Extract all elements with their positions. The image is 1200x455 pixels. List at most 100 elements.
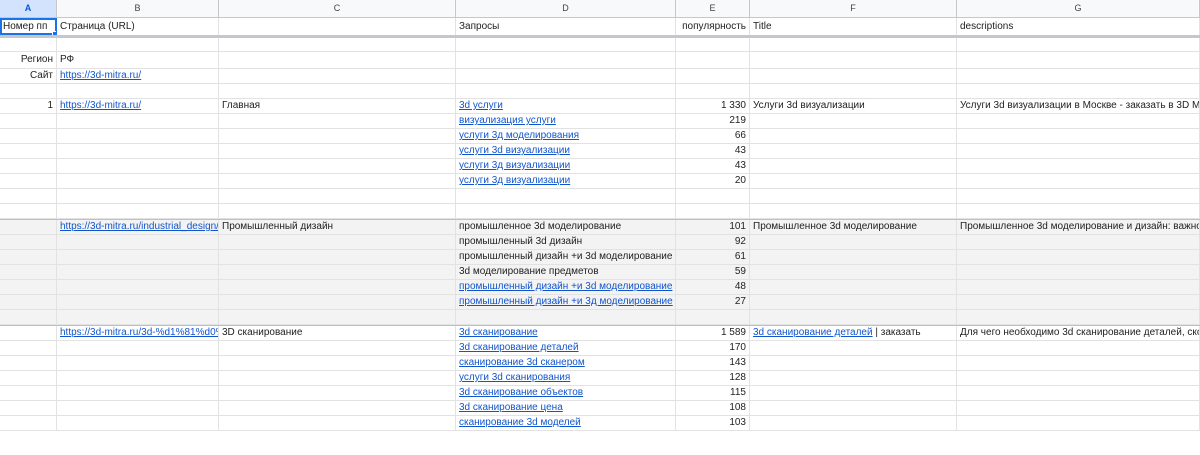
cell-c[interactable] (219, 84, 456, 98)
cell-e[interactable]: 115 (676, 386, 750, 400)
cell-e[interactable]: 20 (676, 174, 750, 188)
cell-d[interactable] (456, 204, 676, 218)
cell-e[interactable] (676, 84, 750, 98)
cell-c[interactable]: Главная (219, 99, 456, 113)
cell-b[interactable]: https://3d-mitra.ru/industrial_design/ (57, 220, 219, 234)
cell-f[interactable] (750, 174, 957, 188)
cell-g[interactable] (957, 280, 1200, 294)
cell-link[interactable]: 3d услуги (459, 99, 503, 113)
cell-d[interactable]: промышленный 3d дизайн (456, 235, 676, 249)
cell-b[interactable] (57, 416, 219, 430)
cell-f[interactable] (750, 69, 957, 83)
cell-link[interactable]: сканирование 3d моделей (459, 416, 581, 430)
cell-d[interactable]: 3d сканирование объектов (456, 386, 676, 400)
cell-b[interactable]: https://3d-mitra.ru/ (57, 99, 219, 113)
cell-f[interactable] (750, 38, 957, 51)
cell-e[interactable]: 59 (676, 265, 750, 279)
cell-link[interactable]: https://3d-mitra.ru/ (60, 69, 141, 83)
column-header-c[interactable]: C (219, 0, 456, 17)
cell-f[interactable] (750, 386, 957, 400)
cell-c[interactable] (219, 356, 456, 370)
cell-header-url[interactable]: Страница (URL) (57, 18, 219, 35)
cell-b[interactable] (57, 401, 219, 415)
cell-g[interactable] (957, 114, 1200, 128)
cell-c[interactable] (219, 129, 456, 143)
cell-g[interactable] (957, 310, 1200, 324)
cell-link[interactable]: 3d сканирование (459, 326, 538, 340)
cell-b[interactable] (57, 356, 219, 370)
cell-c[interactable] (219, 295, 456, 309)
cell-f[interactable] (750, 310, 957, 324)
cell-link[interactable]: промышленный дизайн +и 3д моделирование (459, 295, 673, 309)
column-header-f[interactable]: F (750, 0, 957, 17)
cell-c[interactable] (219, 114, 456, 128)
cell-g[interactable] (957, 84, 1200, 98)
cell-d[interactable] (456, 189, 676, 203)
cell-header-number[interactable]: Номер пп (0, 18, 57, 35)
cell-header-descriptions[interactable]: descriptions (957, 18, 1200, 35)
cell-b[interactable] (57, 295, 219, 309)
cell-f[interactable] (750, 114, 957, 128)
cell-f[interactable] (750, 144, 957, 158)
cell-e[interactable]: 143 (676, 356, 750, 370)
cell-b[interactable] (57, 310, 219, 324)
cell-d[interactable]: промышленный дизайн +и 3d моделирование (456, 250, 676, 264)
column-header-a[interactable]: A (0, 0, 57, 17)
cell-link[interactable]: услуги 3д визуализации (459, 174, 570, 188)
cell-e[interactable] (676, 52, 750, 68)
cell-c[interactable] (219, 386, 456, 400)
column-header-g[interactable]: G (957, 0, 1200, 17)
cell-d[interactable] (456, 310, 676, 324)
cell-f[interactable] (750, 84, 957, 98)
cell-g[interactable] (957, 371, 1200, 385)
cell-c[interactable] (219, 69, 456, 83)
cell-a[interactable]: 1 (0, 99, 57, 113)
cell-a[interactable] (0, 114, 57, 128)
cell-link[interactable]: 3d сканирование деталей (459, 341, 579, 355)
cell-e[interactable]: 101 (676, 220, 750, 234)
cell-g[interactable] (957, 416, 1200, 430)
cell-a[interactable] (0, 371, 57, 385)
cell-g[interactable]: Для чего необходимо 3d сканирование дета… (957, 326, 1200, 340)
cell-e[interactable]: 108 (676, 401, 750, 415)
cell-f[interactable] (750, 416, 957, 430)
cell-a[interactable] (0, 38, 57, 51)
cell-link[interactable]: https://3d-mitra.ru/industrial_design/ (60, 220, 218, 234)
cell-d[interactable]: услуги 3d визуализации (456, 144, 676, 158)
cell-e[interactable]: 27 (676, 295, 750, 309)
cell-f[interactable]: Услуги 3d визуализации (750, 99, 957, 113)
cell-g[interactable]: Промышленное 3d моделирование и дизайн: … (957, 220, 1200, 234)
cell-b[interactable] (57, 84, 219, 98)
cell-g[interactable] (957, 69, 1200, 83)
cell-f[interactable] (750, 280, 957, 294)
cell-a[interactable] (0, 220, 57, 234)
cell-a[interactable]: Регион (0, 52, 57, 68)
cell-f[interactable] (750, 52, 957, 68)
cell-d[interactable]: сканирование 3d моделей (456, 416, 676, 430)
cell-f[interactable] (750, 129, 957, 143)
cell-link[interactable]: 3d сканирование объектов (459, 386, 583, 400)
cell-b[interactable] (57, 386, 219, 400)
cell-link[interactable]: https://3d-mitra.ru/3d-%d1%81%d0% (60, 326, 218, 340)
cell-a[interactable] (0, 144, 57, 158)
cell-c[interactable]: 3D сканирование (219, 326, 456, 340)
cell-b[interactable] (57, 371, 219, 385)
cell-f[interactable] (750, 356, 957, 370)
cell-e[interactable]: 128 (676, 371, 750, 385)
cell-g[interactable] (957, 174, 1200, 188)
cell-link[interactable]: 3d сканирование деталей (753, 326, 873, 340)
cell-c[interactable] (219, 189, 456, 203)
cell-d[interactable]: 3d моделирование предметов (456, 265, 676, 279)
column-header-b[interactable]: B (57, 0, 219, 17)
cell-c[interactable] (219, 204, 456, 218)
cell-a[interactable] (0, 84, 57, 98)
cell-d[interactable]: услуги 3д визуализации (456, 159, 676, 173)
cell-b[interactable] (57, 38, 219, 51)
column-header-d[interactable]: D (456, 0, 676, 17)
cell-b[interactable] (57, 174, 219, 188)
cell-f[interactable] (750, 371, 957, 385)
cell-link[interactable]: визуализация услуги (459, 114, 556, 128)
cell-c[interactable] (219, 174, 456, 188)
cell-d[interactable]: услуги 3d сканирования (456, 371, 676, 385)
cell-d[interactable] (456, 69, 676, 83)
